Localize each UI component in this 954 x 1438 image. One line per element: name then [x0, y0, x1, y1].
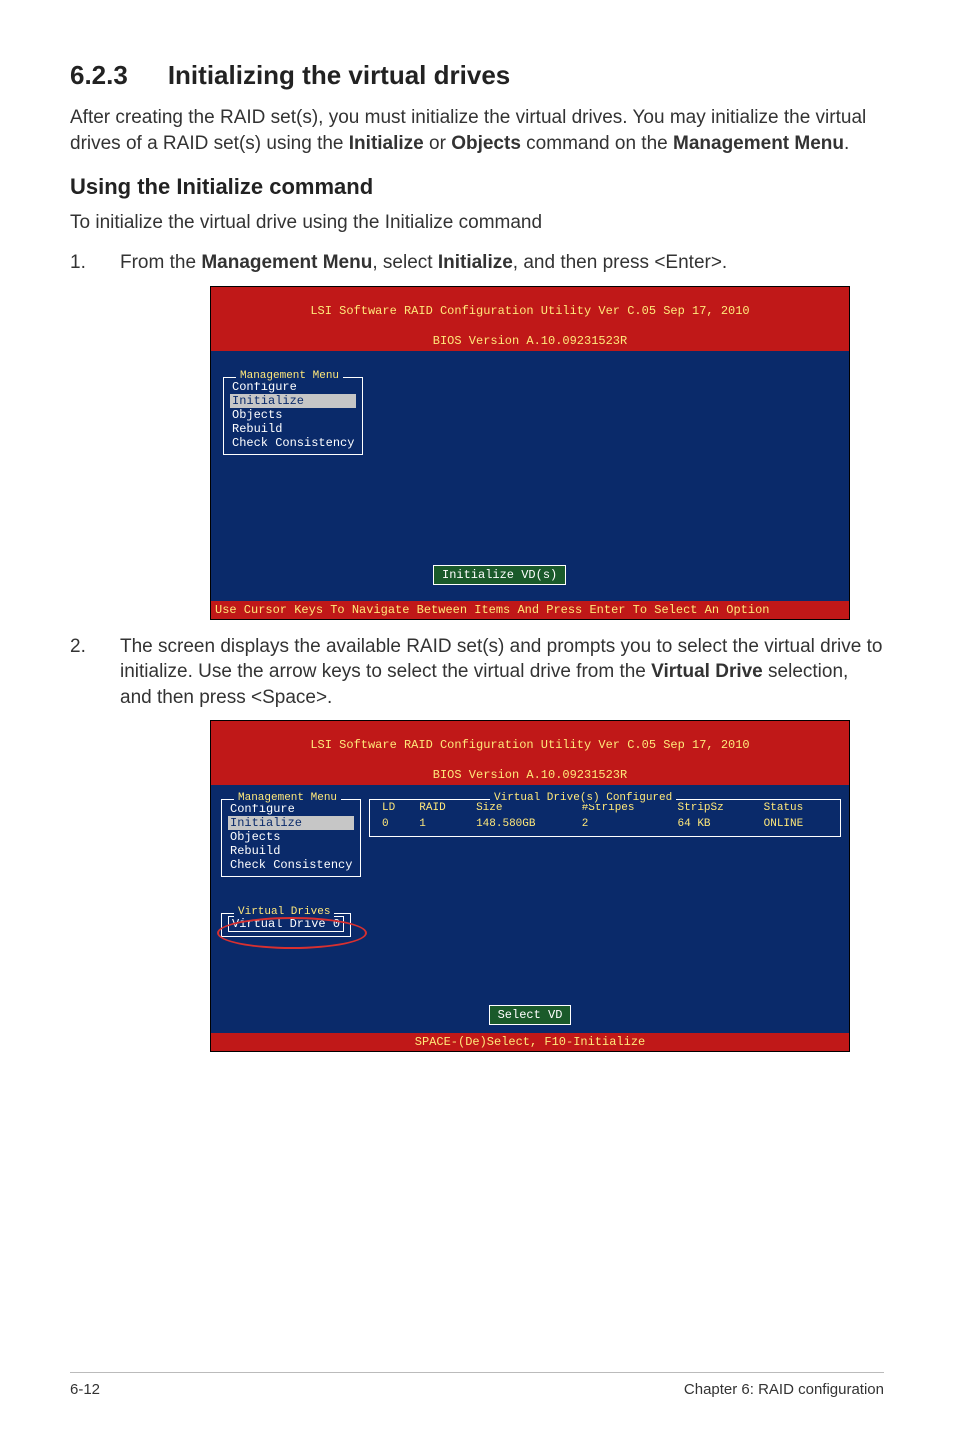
intro-bold-initialize: Initialize: [349, 133, 424, 154]
bios1-menu-title: Management Menu: [236, 370, 343, 382]
step-1-bold-1: Management Menu: [201, 252, 372, 273]
bios2-virtual-drives-box: Virtual Drives Virtual Drive 0: [221, 913, 351, 937]
intro-text-3: command on the: [521, 133, 673, 154]
bios2-table-wrapper: Virtual Drive(s) Configured LD RAID Size…: [369, 799, 841, 837]
col-stripsz: StripSz: [672, 802, 758, 814]
bios1-management-menu: Management Menu Configure Initialize Obj…: [223, 377, 363, 455]
cell-stripsz: 64 KB: [672, 814, 758, 830]
page-number: 6-12: [70, 1381, 100, 1398]
intro-paragraph: After creating the RAID set(s), you must…: [70, 105, 884, 156]
table-row: 0 1 148.580GB 2 64 KB ONLINE: [376, 814, 834, 830]
bios2-vd-box-wrapper: Virtual Drives Virtual Drive 0: [221, 913, 351, 937]
col-raid: RAID: [413, 802, 470, 814]
bios1-footer: Use Cursor Keys To Navigate Between Item…: [211, 601, 849, 619]
intro-bold-objects: Objects: [451, 133, 521, 154]
step-1-text-1: From the: [120, 252, 201, 273]
chapter-label: Chapter 6: RAID configuration: [684, 1381, 884, 1398]
bios1-tooltip: Initialize VD(s): [433, 565, 566, 585]
bios2-menu-objects[interactable]: Objects: [228, 830, 354, 844]
bios-screenshot-2: LSI Software RAID Configuration Utility …: [210, 720, 850, 1052]
intro-bold-menu: Management Menu: [673, 133, 844, 154]
bios1-menu-rebuild[interactable]: Rebuild: [230, 422, 356, 436]
cell-ld: 0: [376, 814, 413, 830]
bios2-body: Management Menu Configure Initialize Obj…: [211, 785, 849, 1033]
bios1-menu-check[interactable]: Check Consistency: [230, 436, 356, 450]
bios2-tooltip-row: Select VD: [219, 1005, 841, 1025]
bios1-menu-configure[interactable]: Configure: [230, 380, 356, 394]
bios2-management-menu: Management Menu Configure Initialize Obj…: [221, 799, 361, 877]
bios2-vd-item[interactable]: Virtual Drive 0: [228, 916, 344, 932]
bios2-left-column: Management Menu Configure Initialize Obj…: [221, 799, 361, 877]
section-title: 6.2.3 Initializing the virtual drives: [70, 60, 884, 91]
section-title-text: Initializing the virtual drives: [168, 60, 510, 90]
cell-stripes: 2: [576, 814, 672, 830]
section-number: 6.2.3: [70, 60, 128, 91]
step-2-marker: 2.: [70, 634, 120, 711]
bios1-body: Management Menu Configure Initialize Obj…: [211, 351, 849, 601]
step-1-text-2: , select: [372, 252, 437, 273]
step-1-text-3: , and then press <Enter>.: [513, 252, 727, 273]
bios2-title-line1: LSI Software RAID Configuration Utility …: [310, 738, 749, 752]
bios2-titlebar: LSI Software RAID Configuration Utility …: [211, 721, 849, 785]
step-2-bold-1: Virtual Drive: [651, 661, 763, 682]
bios2-menu-configure[interactable]: Configure: [228, 802, 354, 816]
intro-text-4: .: [844, 133, 849, 154]
bios1-menu-objects[interactable]: Objects: [230, 408, 356, 422]
bios2-menu-initialize[interactable]: Initialize: [228, 816, 354, 830]
bios2-title-line2: BIOS Version A.10.09231523R: [433, 768, 627, 782]
step-1-marker: 1.: [70, 250, 120, 276]
bios1-menu-initialize[interactable]: Initialize: [230, 394, 356, 408]
bios1-title-line2: BIOS Version A.10.09231523R: [433, 334, 627, 348]
bios2-menu-check[interactable]: Check Consistency: [228, 858, 354, 872]
intro-text-2: or: [424, 133, 451, 154]
bios1-titlebar: LSI Software RAID Configuration Utility …: [211, 287, 849, 351]
step-1-content: From the Management Menu, select Initial…: [120, 250, 884, 276]
bios2-menu-title: Management Menu: [234, 792, 341, 804]
col-ld: LD: [376, 802, 413, 814]
bios-screenshot-1: LSI Software RAID Configuration Utility …: [210, 286, 850, 620]
bios2-menu-rebuild[interactable]: Rebuild: [228, 844, 354, 858]
cell-size: 148.580GB: [470, 814, 576, 830]
bios2-table-title: Virtual Drive(s) Configured: [490, 792, 676, 804]
lead-text: To initialize the virtual drive using th…: [70, 210, 884, 236]
step-1: 1. From the Management Menu, select Init…: [70, 250, 884, 276]
bios2-tooltip: Select VD: [489, 1005, 572, 1025]
step-2-content: The screen displays the available RAID s…: [120, 634, 884, 711]
step-1-bold-2: Initialize: [438, 252, 513, 273]
bios2-vd-title: Virtual Drives: [234, 906, 334, 918]
sub-heading: Using the Initialize command: [70, 174, 884, 200]
col-status: Status: [758, 802, 834, 814]
cell-raid: 1: [413, 814, 470, 830]
page-footer: 6-12 Chapter 6: RAID configuration: [70, 1372, 884, 1398]
cell-status: ONLINE: [758, 814, 834, 830]
step-2: 2. The screen displays the available RAI…: [70, 634, 884, 711]
bios2-footer: SPACE-(De)Select, F10-Initialize: [211, 1033, 849, 1051]
bios1-title-line1: LSI Software RAID Configuration Utility …: [310, 304, 749, 318]
bios2-vd-table: LD RAID Size #Stripes StripSz Status 0 1…: [376, 802, 834, 830]
